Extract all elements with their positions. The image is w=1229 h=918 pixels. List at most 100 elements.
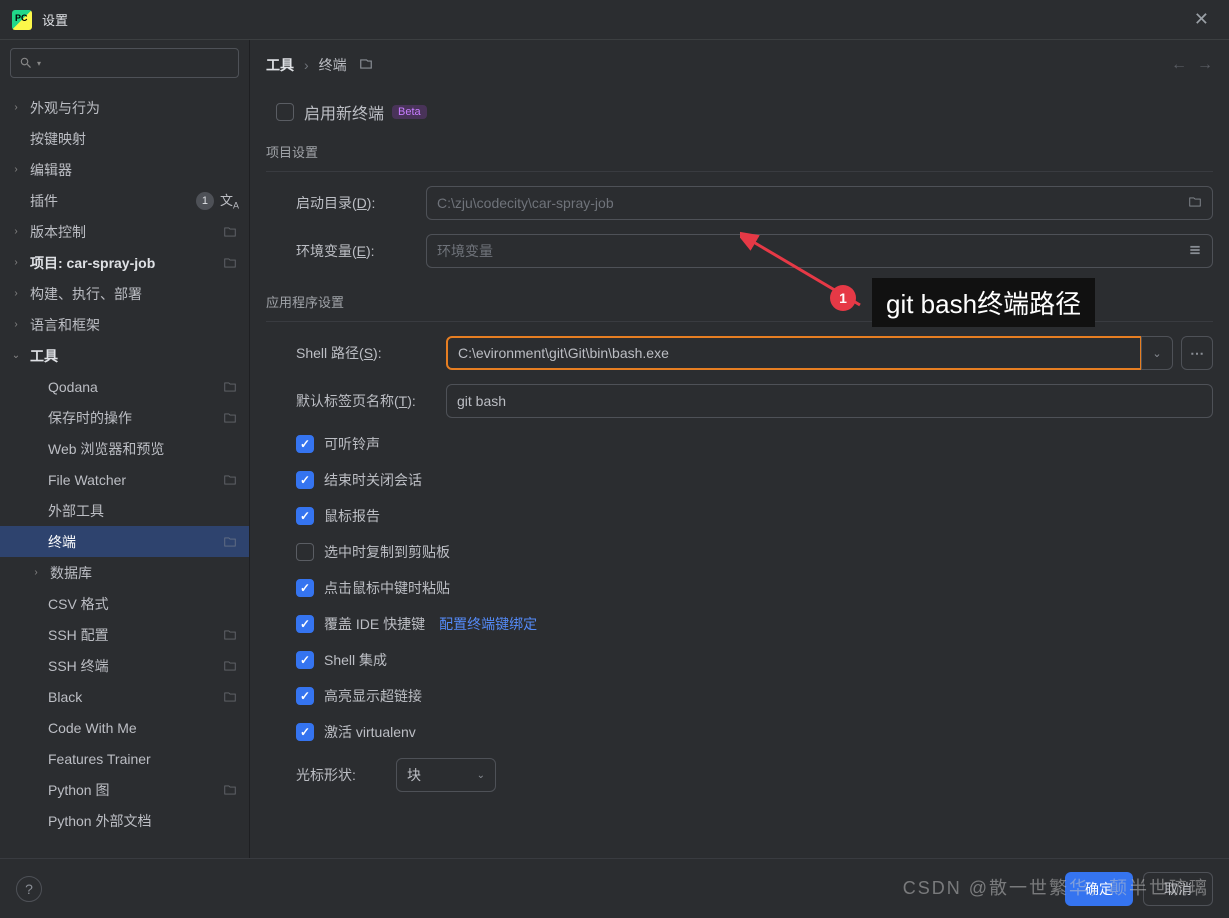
env-label: 环境变量(E): (296, 241, 426, 261)
env-input[interactable]: 环境变量 (426, 234, 1213, 268)
checkbox-label: 高亮显示超链接 (324, 686, 422, 706)
close-icon[interactable]: ✕ (1186, 5, 1217, 34)
checkbox-label: 点击鼠标中键时粘贴 (324, 578, 450, 598)
sidebar-item-label: SSH 终端 (48, 656, 223, 676)
sidebar-item-3[interactable]: 插件1文A (0, 185, 249, 216)
project-scope-icon (223, 690, 237, 704)
breadcrumb-leaf: 终端 (319, 55, 347, 75)
check-row-6: Shell 集成 (296, 650, 1213, 670)
sidebar-item-label: 版本控制 (30, 222, 223, 242)
check-row-3: 选中时复制到剪贴板 (296, 542, 1213, 562)
sidebar-item-label: SSH 配置 (48, 625, 223, 645)
shell-path-label: Shell 路径(S): (296, 343, 446, 363)
cursor-shape-label: 光标形状: (296, 765, 396, 785)
check-row-4: 点击鼠标中键时粘贴 (296, 578, 1213, 598)
checkbox[interactable] (296, 543, 314, 561)
sidebar-item-label: 工具 (30, 346, 249, 366)
checkbox[interactable] (296, 651, 314, 669)
sidebar-item-label: Python 图 (48, 780, 223, 800)
sidebar-item-18[interactable]: SSH 终端 (0, 650, 249, 681)
list-icon[interactable] (1188, 243, 1202, 260)
chevron-icon: › (8, 319, 24, 330)
chevron-icon: ⌄ (8, 350, 24, 361)
sidebar-item-label: Qodana (48, 379, 223, 395)
project-scope-icon (223, 411, 237, 425)
sidebar-item-7[interactable]: ›语言和框架 (0, 309, 249, 340)
config-link[interactable]: 配置终端键绑定 (439, 614, 537, 634)
sidebar-item-2[interactable]: ›编辑器 (0, 154, 249, 185)
sidebar-item-label: 数据库 (50, 563, 249, 583)
sidebar-item-10[interactable]: 保存时的操作 (0, 402, 249, 433)
sidebar-item-6[interactable]: ›构建、执行、部署 (0, 278, 249, 309)
sidebar-item-17[interactable]: SSH 配置 (0, 619, 249, 650)
check-row-2: 鼠标报告 (296, 506, 1213, 526)
sidebar-item-label: 保存时的操作 (48, 408, 223, 428)
tab-name-input[interactable]: git bash (446, 384, 1213, 418)
checkbox[interactable] (296, 507, 314, 525)
checkbox[interactable] (296, 615, 314, 633)
sidebar-item-12[interactable]: File Watcher (0, 464, 249, 495)
checkbox[interactable] (296, 435, 314, 453)
checkbox-label: 选中时复制到剪贴板 (324, 542, 450, 562)
sidebar-item-8[interactable]: ⌄ 工具 (0, 340, 249, 371)
sidebar-item-22[interactable]: Python 图 (0, 774, 249, 805)
startup-dir-input[interactable]: C:\zju\codecity\car-spray-job (426, 186, 1213, 220)
startup-dir-label: 启动目录(D): (296, 193, 426, 213)
main-panel: 工具 › 终端 ← → 启用新终端 Beta 项目设置 启动目录(D): C:\… (250, 40, 1229, 858)
project-scope-icon (223, 628, 237, 642)
check-row-8: 激活 virtualenv (296, 722, 1213, 742)
sidebar-item-11[interactable]: Web 浏览器和预览 (0, 433, 249, 464)
enable-new-terminal-label: 启用新终端 (304, 100, 384, 124)
project-scope-icon (223, 380, 237, 394)
sidebar-item-9[interactable]: Qodana (0, 371, 249, 402)
nav-forward-icon[interactable]: → (1197, 56, 1213, 74)
sidebar-item-14[interactable]: 终端 (0, 526, 249, 557)
watermark: CSDN @散一世繁华，颠半世琉璃 (903, 874, 1209, 900)
sidebar-item-5[interactable]: ›项目: car-spray-job (0, 247, 249, 278)
sidebar-item-1[interactable]: 按键映射 (0, 123, 249, 154)
project-scope-icon (359, 57, 373, 74)
checkbox-label: 结束时关闭会话 (324, 470, 422, 490)
checkbox[interactable] (296, 579, 314, 597)
chevron-icon: › (8, 226, 24, 237)
sidebar-item-0[interactable]: ›外观与行为 (0, 92, 249, 123)
project-scope-icon (223, 473, 237, 487)
shell-path-input[interactable]: C:\evironment\git\Git\bin\bash.exe (446, 336, 1142, 370)
cursor-shape-select[interactable]: 块 ⌄ (396, 758, 496, 792)
chevron-icon: › (8, 164, 24, 175)
search-input[interactable]: ▾ (10, 48, 239, 78)
help-button[interactable]: ? (16, 876, 42, 902)
sidebar-item-label: CSV 格式 (48, 594, 249, 614)
titlebar: 设置 ✕ (0, 0, 1229, 40)
sidebar-item-label: Web 浏览器和预览 (48, 439, 249, 459)
sidebar-item-label: 插件 (30, 191, 196, 211)
folder-icon[interactable] (1188, 195, 1202, 212)
nav-back-icon[interactable]: ← (1171, 56, 1187, 74)
sidebar-item-4[interactable]: › 版本控制 (0, 216, 249, 247)
language-icon: 文A (220, 190, 239, 211)
sidebar-item-23[interactable]: Python 外部文档 (0, 805, 249, 836)
checkbox[interactable] (296, 471, 314, 489)
checkbox[interactable] (296, 723, 314, 741)
enable-new-terminal-checkbox[interactable] (276, 103, 294, 121)
sidebar-item-19[interactable]: Black (0, 681, 249, 712)
sidebar-item-20[interactable]: Code With Me (0, 712, 249, 743)
sidebar-item-label: Black (48, 689, 223, 705)
breadcrumb: 工具 › 终端 ← → (250, 40, 1229, 90)
chevron-icon: › (8, 102, 24, 113)
sidebar-item-21[interactable]: Features Trainer (0, 743, 249, 774)
checkbox-label: Shell 集成 (324, 650, 387, 670)
sidebar-item-label: 构建、执行、部署 (30, 284, 249, 304)
sidebar-item-13[interactable]: 外部工具 (0, 495, 249, 526)
sidebar-item-15[interactable]: › 数据库 (0, 557, 249, 588)
breadcrumb-root[interactable]: 工具 (266, 55, 294, 75)
checkbox[interactable] (296, 687, 314, 705)
project-scope-icon (223, 659, 237, 673)
window-title: 设置 (42, 10, 68, 29)
shell-path-more-button[interactable]: ⋯ (1181, 336, 1213, 370)
sidebar-item-16[interactable]: CSV 格式 (0, 588, 249, 619)
sidebar-item-label: 外部工具 (48, 501, 249, 521)
annotation-badge: 1 (830, 285, 856, 311)
chevron-icon: › (28, 567, 44, 578)
shell-path-dropdown[interactable]: ⌄ (1141, 336, 1173, 370)
